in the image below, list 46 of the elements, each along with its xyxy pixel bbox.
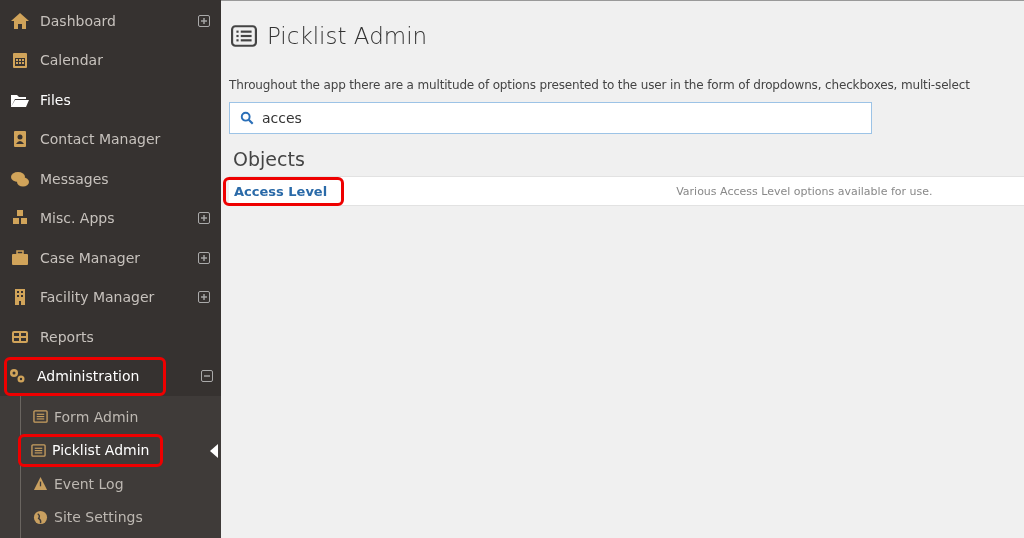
submenu-item-label: Picklist Admin — [52, 442, 150, 459]
sidebar-item-label: Misc. Apps — [40, 210, 116, 227]
sidebar-item-label: Case Manager — [40, 249, 142, 266]
globe-icon — [33, 509, 48, 525]
submenu-item[interactable]: Form Admin — [20, 400, 165, 434]
submenu-item[interactable]: Site Settings — [20, 500, 165, 534]
page-description: Throughout the app there are a multitude of options presented to the user in the form of dropdowns, checkboxes, multi-select — [229, 78, 971, 92]
sidebar-item-label: Facility Manager — [40, 289, 156, 306]
sidebar-item-label: Administration — [37, 368, 141, 385]
sidebar-item[interactable]: Files — [0, 80, 221, 120]
list-icon — [31, 442, 46, 458]
expand-icon[interactable] — [198, 14, 210, 27]
expand-icon[interactable] — [198, 251, 210, 264]
sidebar-item[interactable]: Case Manager — [0, 238, 221, 278]
sidebar-item[interactable]: Contact Manager — [0, 119, 221, 159]
sidebar-item[interactable]: Misc. Apps — [0, 198, 221, 238]
sidebar-item-label: Reports — [40, 328, 95, 345]
warning-icon — [33, 476, 48, 492]
briefcase-icon — [10, 247, 30, 268]
expand-icon[interactable] — [198, 212, 210, 225]
sidebar-item-label: Messages — [40, 170, 110, 187]
sidebar-item[interactable]: Messages — [0, 159, 221, 199]
result-description: Various Access Level options available for use. — [676, 184, 933, 198]
collapse-icon[interactable] — [201, 370, 213, 383]
form-icon — [33, 409, 48, 425]
sidebar-item[interactable]: Reports — [0, 317, 221, 357]
sidebar-item-label: Files — [40, 91, 72, 108]
submenu-item-label: Site Settings — [54, 509, 143, 526]
calendar-icon — [10, 50, 30, 71]
house-icon — [10, 10, 30, 31]
section-title: Objects — [233, 148, 306, 170]
sidebar-item[interactable]: Facility Manager — [0, 277, 221, 317]
sidebar-item-label: Dashboard — [40, 12, 117, 29]
page-title: Picklist Admin — [267, 23, 428, 49]
sidebar-item-label: Calendar — [40, 52, 104, 69]
sidebar-item[interactable]: Dashboard — [0, 1, 221, 41]
result-link[interactable]: Access Level — [223, 176, 345, 206]
submenu-item[interactable]: Event Log — [20, 467, 165, 501]
submenu-item-label: Form Admin — [54, 408, 139, 425]
search-icon — [240, 111, 254, 125]
sidebar-item[interactable]: Calendar — [0, 40, 221, 80]
sidebar-item-label: Contact Manager — [40, 131, 162, 148]
list-icon — [231, 25, 257, 47]
expand-icon[interactable] — [198, 291, 210, 304]
search-field[interactable]: acces — [229, 102, 872, 134]
submenu-item-label: Event Log — [54, 475, 124, 492]
